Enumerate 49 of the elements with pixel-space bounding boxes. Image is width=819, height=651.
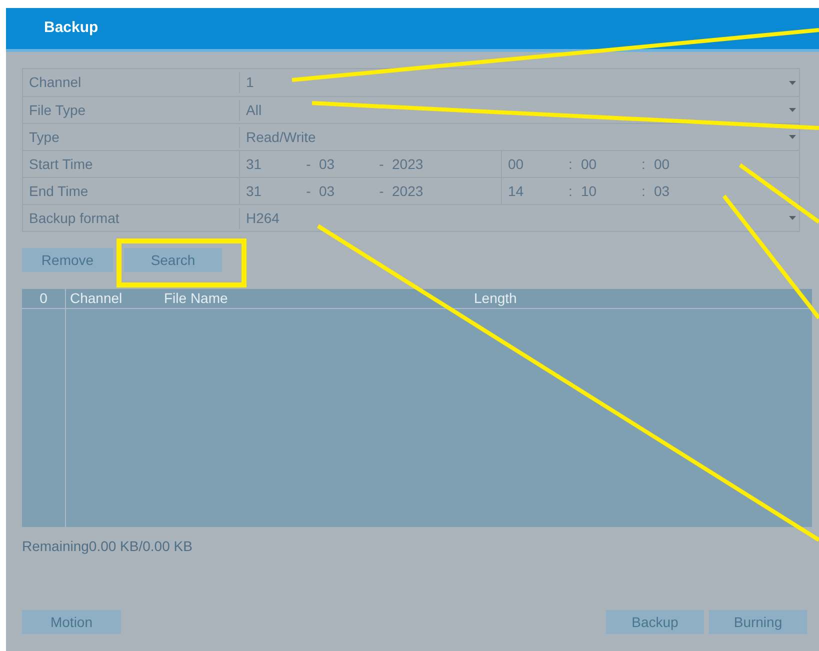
field-label: Type [28, 128, 60, 147]
time-field[interactable]: 14 : 10 : 03 [501, 178, 763, 204]
number-value: 03 [654, 182, 671, 200]
action-button[interactable]: Backup [606, 610, 704, 634]
number-value: 2023 [392, 154, 424, 174]
caret-icon [789, 216, 796, 220]
number-value: 10 [581, 182, 598, 200]
column-header: Length [473, 289, 518, 308]
number-value: 03 [319, 182, 336, 200]
separator: : [568, 182, 574, 200]
number-value: 31 [246, 154, 263, 174]
dropdown-field[interactable]: All [239, 100, 799, 120]
number-value: 00 [654, 154, 671, 174]
separator: - [378, 154, 385, 174]
number-value: 00 [581, 154, 598, 174]
number-value: 31 [246, 182, 263, 200]
action-button[interactable]: Remove [22, 248, 113, 272]
field-label: End Time [28, 182, 90, 200]
dropdown-field[interactable]: 1 [239, 72, 799, 93]
caret-icon [789, 80, 796, 84]
time-field[interactable]: 00 : 00 : 00 [501, 151, 763, 177]
action-button[interactable]: Burning [709, 610, 807, 634]
column-header: File Name [163, 289, 229, 308]
separator: - [378, 182, 385, 200]
number-value: 2023 [392, 182, 424, 200]
separator: : [568, 154, 574, 174]
action-button[interactable]: Motion [22, 610, 121, 634]
dropdown-field[interactable]: Read/Write [239, 126, 799, 148]
caret-icon [789, 135, 796, 139]
caret-icon [789, 108, 796, 112]
separator: - [305, 154, 312, 174]
field-label: File Type [28, 100, 87, 120]
remaining-space-text: Remaining0.00 KB/0.00 KB [22, 537, 194, 556]
number-value: 03 [319, 154, 336, 174]
separator: : [640, 154, 646, 174]
date-field[interactable]: 31 - 03 - 2023 [239, 178, 501, 204]
separator: - [305, 182, 312, 200]
separator: : [640, 182, 646, 200]
number-value: 00 [508, 154, 525, 174]
action-button[interactable]: Search [124, 248, 222, 272]
column-header: Channel [69, 289, 124, 308]
date-field[interactable]: 31 - 03 - 2023 [239, 151, 501, 177]
column-header: 0 [22, 289, 66, 308]
number-value: 14 [508, 182, 525, 200]
window-title: Backup [44, 18, 98, 38]
field-label: Channel [28, 73, 82, 92]
field-label: Start Time [28, 154, 94, 174]
field-label: Backup format [28, 208, 120, 228]
dropdown-field[interactable]: H264 [239, 208, 799, 228]
